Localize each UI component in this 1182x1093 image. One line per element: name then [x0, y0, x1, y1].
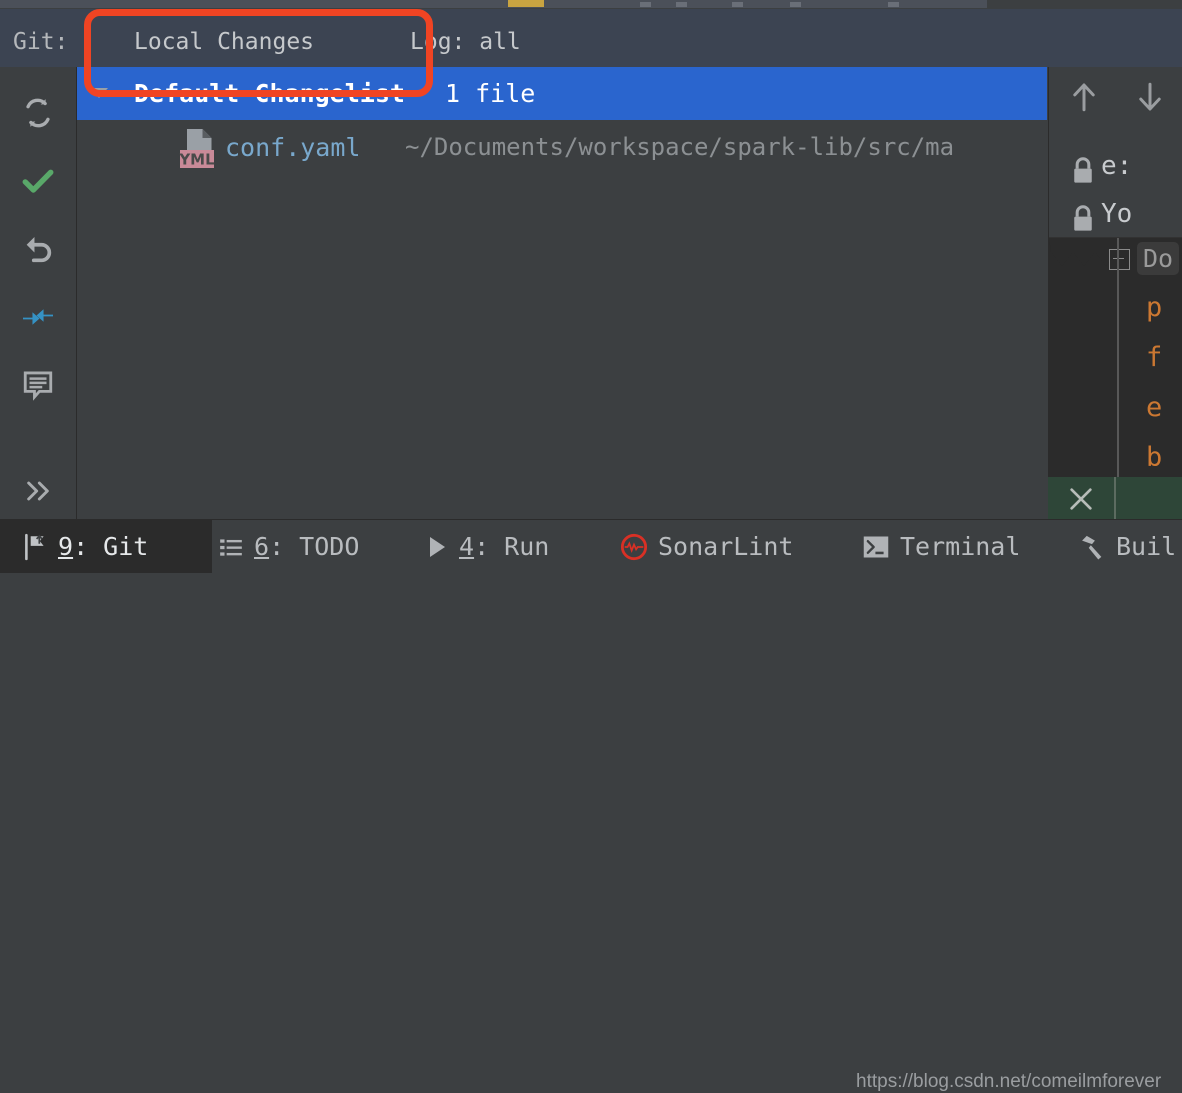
status-item-git[interactable]: 9: Git [0, 520, 212, 573]
status-bar: 9: Git 6: TODO 4: Run SonarLint Terminal… [0, 519, 1182, 1092]
edit-changelist-button[interactable] [14, 361, 62, 409]
watermark: https://blog.csdn.net/comeilmforever [856, 1071, 1162, 1092]
status-item-terminal[interactable]: Terminal [862, 520, 1020, 573]
git-tool-window-header: Git: Local Changes Log: all [0, 9, 1182, 75]
refresh-icon [21, 96, 55, 130]
status-item-run-label: 4: Run [459, 532, 549, 561]
status-item-git-label: 9: Git [58, 532, 148, 561]
changelist-row[interactable]: Default Changelist 1 file [77, 67, 1047, 120]
tab-local-changes[interactable]: Local Changes [134, 29, 314, 55]
revert-icon [21, 232, 55, 266]
rollback-button[interactable] [14, 225, 62, 273]
comment-icon [21, 368, 55, 402]
local-changes-tree: Default Changelist 1 file YML conf.yaml … [77, 67, 1047, 519]
git-branch-icon [22, 533, 48, 561]
right-editor-pane: e: Yo Do p f e b [1048, 67, 1182, 519]
fold-label-chip[interactable]: Do [1137, 242, 1180, 275]
status-item-todo-text: TODO [299, 532, 360, 561]
sonarlint-icon [620, 533, 648, 561]
status-item-todo-sep: : [269, 532, 300, 561]
notification-bar [1048, 477, 1182, 519]
change-navigation [1049, 67, 1182, 127]
status-item-git-num: 9 [58, 532, 74, 561]
list-icon [218, 534, 244, 560]
status-item-run[interactable]: 4: Run [425, 520, 549, 573]
svg-text:YML: YML [178, 151, 215, 169]
arrow-up-icon[interactable] [1067, 79, 1101, 119]
status-item-run-text: Run [504, 532, 550, 561]
tab-remnant-e[interactable] [888, 2, 899, 7]
yml-file-icon: YML [174, 127, 220, 171]
git-tool-window-label: Git: [13, 29, 69, 55]
more-actions-button[interactable] [14, 467, 62, 515]
status-item-terminal-label: Terminal [900, 532, 1021, 561]
status-item-git-sep: : [73, 532, 104, 561]
close-icon[interactable] [1066, 485, 1096, 517]
indent-guide [1117, 238, 1119, 477]
tab-remnant-d[interactable] [790, 2, 801, 7]
tab-log-all[interactable]: Log: all [410, 29, 521, 55]
active-editor-tab-remnant[interactable] [508, 0, 544, 7]
locked-row-1: e: [1049, 149, 1182, 194]
code-line-1: p [1146, 292, 1163, 323]
editor-tabs-sliver [0, 0, 1182, 9]
play-icon [425, 534, 449, 560]
chevron-down-icon[interactable] [90, 88, 108, 98]
changes-toolbar [0, 67, 77, 519]
changelist-file-count: 1 file [445, 79, 536, 108]
status-item-git-text: Git [103, 532, 149, 561]
status-item-run-sep: : [474, 532, 505, 561]
locked-row-2: Yo [1049, 197, 1182, 242]
status-item-build-label: Buil [1116, 532, 1177, 561]
status-item-build[interactable]: Buil [1078, 520, 1176, 573]
status-item-todo-num: 6 [254, 532, 270, 561]
fold-label: Do [1143, 244, 1174, 273]
code-line-3: e [1146, 392, 1163, 423]
locked-row-1-text: e: [1101, 151, 1133, 181]
status-item-todo-label: 6: TODO [254, 532, 359, 561]
locked-row-2-text: Yo [1101, 199, 1133, 229]
folded-region-strip: Do [1049, 238, 1182, 280]
tabs-strip [0, 0, 987, 8]
lock-icon [1069, 203, 1097, 239]
commit-button[interactable] [14, 157, 62, 205]
arrow-down-icon[interactable] [1133, 79, 1167, 119]
status-item-todo[interactable]: 6: TODO [218, 520, 359, 573]
lock-icon [1069, 155, 1097, 191]
status-item-sonarlint-label: SonarLint [658, 532, 794, 561]
file-name[interactable]: conf.yaml [225, 133, 360, 162]
tab-remnant-c[interactable] [732, 2, 743, 7]
checkmark-icon [20, 163, 56, 199]
fold-plus-icon[interactable] [1109, 249, 1130, 270]
status-item-sonarlint[interactable]: SonarLint [620, 520, 793, 573]
hammer-icon [1078, 533, 1106, 561]
status-item-run-num: 4 [459, 532, 475, 561]
diff-arrows-icon [20, 299, 56, 335]
tab-remnant-b[interactable] [676, 2, 687, 7]
code-line-2: f [1146, 342, 1163, 373]
file-path: ~/Documents/workspace/spark-lib/src/ma [405, 133, 955, 161]
changelist-name: Default Changelist [134, 79, 405, 108]
ide-window: Git: Local Changes Log: all Default Chan… [0, 0, 1182, 1092]
show-diff-button[interactable] [14, 293, 62, 341]
refresh-button[interactable] [14, 89, 62, 137]
code-line-4: b [1146, 442, 1163, 473]
notification-divider [1114, 477, 1116, 519]
chevron-double-right-icon [22, 475, 54, 507]
terminal-icon [862, 534, 890, 560]
tab-remnant-a[interactable] [640, 2, 651, 7]
code-preview: Do p f e b [1049, 238, 1182, 477]
